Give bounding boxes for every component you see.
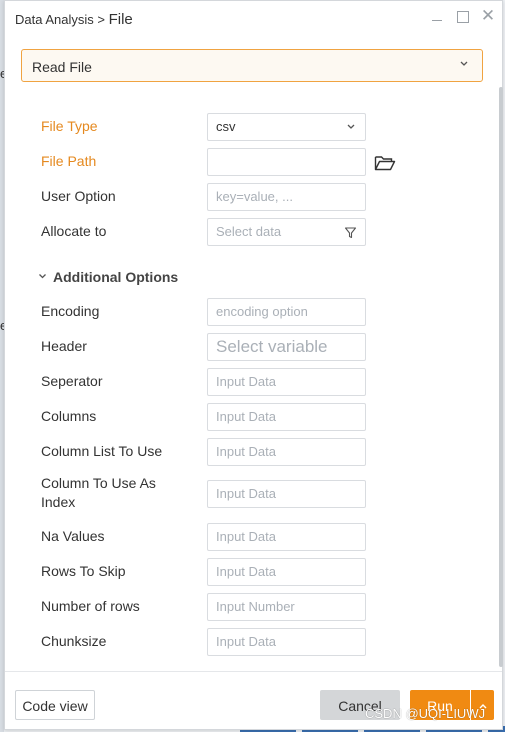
maximize-icon[interactable] xyxy=(455,9,471,25)
user-option-label: User Option xyxy=(41,188,116,204)
additional-options-title: Additional Options xyxy=(53,269,179,285)
rows-to-skip-input[interactable]: Input Data xyxy=(207,558,366,586)
chunksize-label: Chunksize xyxy=(41,633,107,649)
chevron-down-icon xyxy=(460,61,468,66)
minimize-icon[interactable] xyxy=(429,9,445,25)
number-of-rows-input[interactable]: Input Number xyxy=(207,593,366,621)
index-column-input[interactable]: Input Data xyxy=(207,480,366,508)
separator-input[interactable]: Input Data xyxy=(207,368,366,396)
chevron-down-icon xyxy=(39,274,46,279)
file-dialog: Data Analysis > File ✕ Read File File Ty… xyxy=(4,0,503,730)
allocate-to-select[interactable]: Select data xyxy=(207,218,366,246)
index-column-label-line2: Index xyxy=(41,494,76,510)
code-view-button[interactable]: Code view xyxy=(15,690,95,720)
index-column-label: Column To Use As Index xyxy=(41,474,156,512)
function-select-value: Read File xyxy=(32,59,92,75)
columns-label: Columns xyxy=(41,408,97,424)
separator-label: Seperator xyxy=(41,373,103,389)
watermark: CSDN @UQI-LIUWJ xyxy=(365,706,486,721)
encoding-input[interactable]: encoding option xyxy=(207,298,366,326)
file-path-label: File Path xyxy=(41,153,97,169)
file-path-input[interactable] xyxy=(207,148,366,176)
index-column-label-line1: Column To Use As xyxy=(41,475,156,491)
dialog-footer: Code view Cancel Run xyxy=(5,671,502,732)
file-type-select[interactable]: csv xyxy=(207,113,366,141)
column-list-label: Column List To Use xyxy=(41,443,163,459)
chunksize-input[interactable]: Input Data xyxy=(207,628,366,656)
na-values-input[interactable]: Input Data xyxy=(207,523,366,551)
allocate-to-label: Allocate to xyxy=(41,223,107,239)
header-label: Header xyxy=(41,338,87,354)
number-of-rows-label: Number of rows xyxy=(41,598,140,614)
function-select[interactable]: Read File xyxy=(21,49,483,82)
na-values-label: Na Values xyxy=(41,528,105,544)
column-list-input[interactable]: Input Data xyxy=(207,438,366,466)
rows-to-skip-label: Rows To Skip xyxy=(41,563,126,579)
dialog-title: Data Analysis > File xyxy=(15,11,133,28)
additional-options-toggle[interactable]: Additional Options xyxy=(38,269,178,285)
file-type-label: File Type xyxy=(41,118,98,134)
scrollbar[interactable] xyxy=(499,87,503,667)
dialog-titlebar[interactable]: Data Analysis > File ✕ xyxy=(5,1,502,35)
chevron-down-icon xyxy=(347,124,355,129)
page-title: File xyxy=(108,11,133,28)
file-type-value: csv xyxy=(216,119,236,134)
breadcrumb: Data Analysis > xyxy=(15,12,105,27)
close-icon[interactable]: ✕ xyxy=(480,7,496,25)
encoding-label: Encoding xyxy=(41,303,100,319)
header-select[interactable]: Select variable xyxy=(207,333,366,361)
folder-open-icon[interactable] xyxy=(374,154,396,172)
allocate-to-placeholder: Select data xyxy=(216,224,282,239)
filter-icon xyxy=(344,227,357,239)
columns-input[interactable]: Input Data xyxy=(207,403,366,431)
user-option-input[interactable]: key=value, ... xyxy=(207,183,366,211)
